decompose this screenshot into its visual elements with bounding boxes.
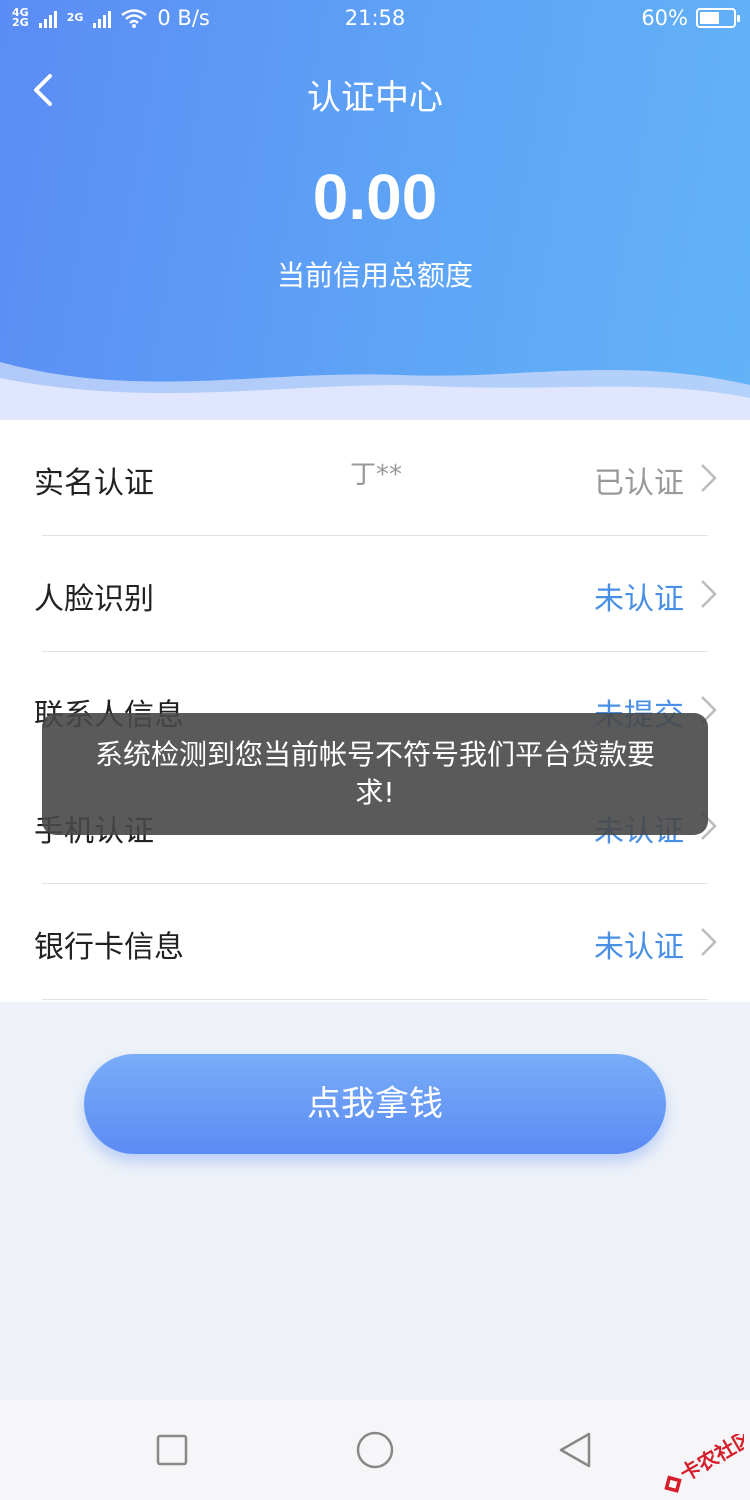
get-money-button[interactable]: 点我拿钱 (84, 1054, 666, 1154)
back-triangle-icon[interactable] (553, 1428, 597, 1472)
page-title: 认证中心 (307, 78, 443, 118)
list-item-real-name[interactable]: 实名认证 丁** 已认证 (0, 420, 750, 536)
credit-amount-label: 当前信用总额度 (276, 259, 473, 292)
clock: 21:58 (344, 6, 406, 30)
item-status: 未认证 (594, 582, 684, 617)
system-nav-bar: 卡农社区 (0, 1400, 750, 1500)
chevron-right-icon (701, 464, 717, 492)
divider (42, 999, 708, 1000)
item-status: 未认证 (594, 930, 684, 965)
recent-apps-icon[interactable] (150, 1428, 194, 1472)
list-item-bank-card[interactable]: 银行卡信息 未认证 (0, 884, 750, 1000)
chevron-right-icon (701, 580, 717, 608)
toast-message: 系统检测到您当前帐号不符号我们平台贷款要求! (42, 713, 708, 835)
header: 4G 2G 2G 0 B/s 21:58 60% 认证中心 0.00 当前信用总… (0, 0, 750, 420)
masked-name: 丁** (350, 460, 403, 490)
status-bar: 4G 2G 2G 0 B/s 21:58 60% (0, 0, 750, 40)
credit-amount: 0.00 (312, 161, 438, 233)
item-label: 实名认证 (34, 466, 154, 501)
home-icon[interactable] (353, 1428, 397, 1472)
header-wave (0, 362, 750, 420)
verification-list: 实名认证 丁** 已认证 人脸识别 未认证 联系人信息 未提交 手机认证 未认证… (0, 420, 750, 1002)
item-label: 人脸识别 (34, 582, 154, 617)
toast-text: 系统检测到您当前帐号不符号我们平台贷款要求! (94, 738, 655, 809)
battery-icon (696, 8, 740, 28)
item-status: 已认证 (594, 466, 684, 501)
chevron-right-icon (701, 928, 717, 956)
list-item-face[interactable]: 人脸识别 未认证 (0, 536, 750, 652)
item-label: 银行卡信息 (34, 930, 184, 965)
watermark-text: 卡农社区 (676, 1434, 744, 1486)
watermark-logo: 卡农社区 (664, 1434, 744, 1493)
battery-percent: 60% (641, 6, 688, 30)
